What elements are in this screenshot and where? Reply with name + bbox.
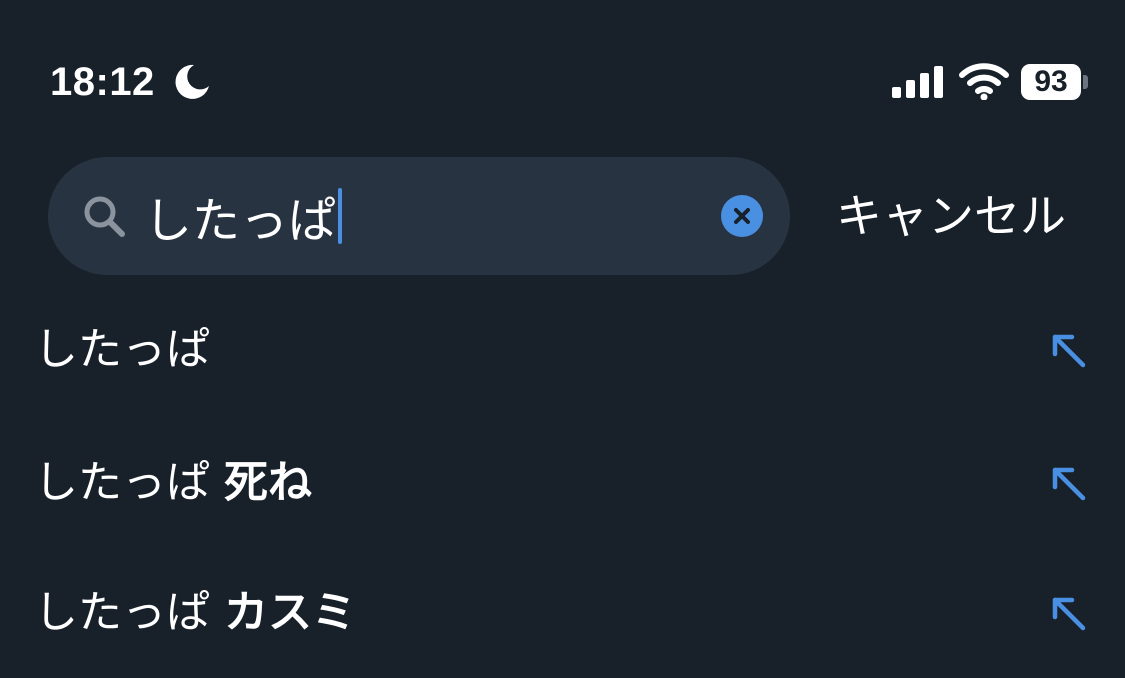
suggestion-text: したっぱ 死ね [34,455,312,511]
suggestion-prefix: したっぱ [34,324,210,375]
suggestion-completion: 死ね [224,457,312,508]
arrow-up-left-icon[interactable] [1048,593,1088,633]
search-suggestion[interactable]: したっぱ カスミ [0,563,1125,663]
search-suggestion[interactable]: したっぱ 死ね [0,433,1125,533]
suggestion-text: したっぱ カスミ [34,585,356,641]
search-query-text: したっぱ [144,193,337,249]
search-input[interactable]: したっぱ [48,157,790,275]
suggestion-text: したっぱ [34,322,210,378]
search-query: したっぱ [144,183,343,249]
cancel-button[interactable]: キャンセル [836,185,1066,247]
suggestion-prefix: したっぱ [34,457,224,508]
battery-level: 93 [1021,64,1081,100]
arrow-up-left-icon[interactable] [1048,330,1088,370]
battery-cap [1083,75,1088,89]
search-suggestion[interactable]: したっぱ [0,300,1125,400]
suggestion-completion: カスミ [224,587,356,638]
arrow-up-left-icon[interactable] [1048,463,1088,503]
moon-icon [175,64,209,99]
cellular-signal-icon [892,66,943,98]
clear-search-button[interactable] [721,195,763,237]
status-bar: 18:12 93 [0,0,1125,120]
search-icon [84,196,125,237]
text-cursor [338,188,343,244]
clear-icon [734,208,750,224]
wifi-icon [959,63,1009,100]
battery-indicator: 93 [1021,64,1088,100]
status-time: 18:12 [50,60,155,104]
suggestion-prefix: したっぱ [34,587,224,638]
